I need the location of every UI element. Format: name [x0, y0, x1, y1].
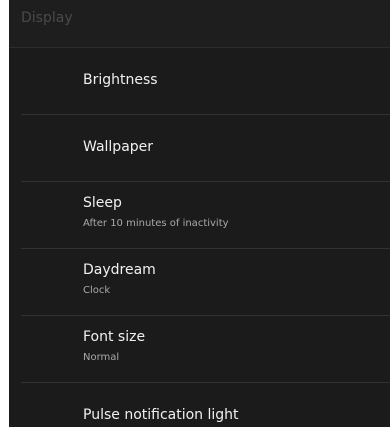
setting-sleep-value: After 10 minutes of inactivity — [83, 218, 229, 229]
header-bar: Display — [9, 0, 390, 48]
setting-sleep[interactable]: Sleep After 10 minutes of inactivity — [21, 182, 390, 249]
setting-daydream-label: Daydream — [83, 262, 156, 278]
setting-brightness-label: Brightness — [83, 72, 158, 88]
setting-font-size-value: Normal — [83, 352, 120, 363]
settings-list: Brightness Wallpaper Sleep After 10 minu… — [9, 48, 390, 427]
settings-screen: Display Brightness Wallpaper Sleep After… — [9, 0, 390, 427]
setting-font-size[interactable]: Font size Normal — [21, 316, 390, 383]
setting-sleep-label: Sleep — [83, 195, 122, 211]
page-title: Display — [21, 10, 73, 26]
setting-wallpaper-label: Wallpaper — [83, 139, 154, 155]
setting-font-size-label: Font size — [83, 329, 146, 345]
setting-daydream[interactable]: Daydream Clock — [21, 249, 390, 316]
setting-brightness[interactable]: Brightness — [21, 48, 390, 115]
setting-pulse-notification-light-label: Pulse notification light — [83, 407, 239, 423]
setting-pulse-notification-light[interactable]: Pulse notification light — [21, 383, 390, 427]
setting-daydream-value: Clock — [83, 285, 111, 296]
setting-wallpaper[interactable]: Wallpaper — [21, 115, 390, 182]
